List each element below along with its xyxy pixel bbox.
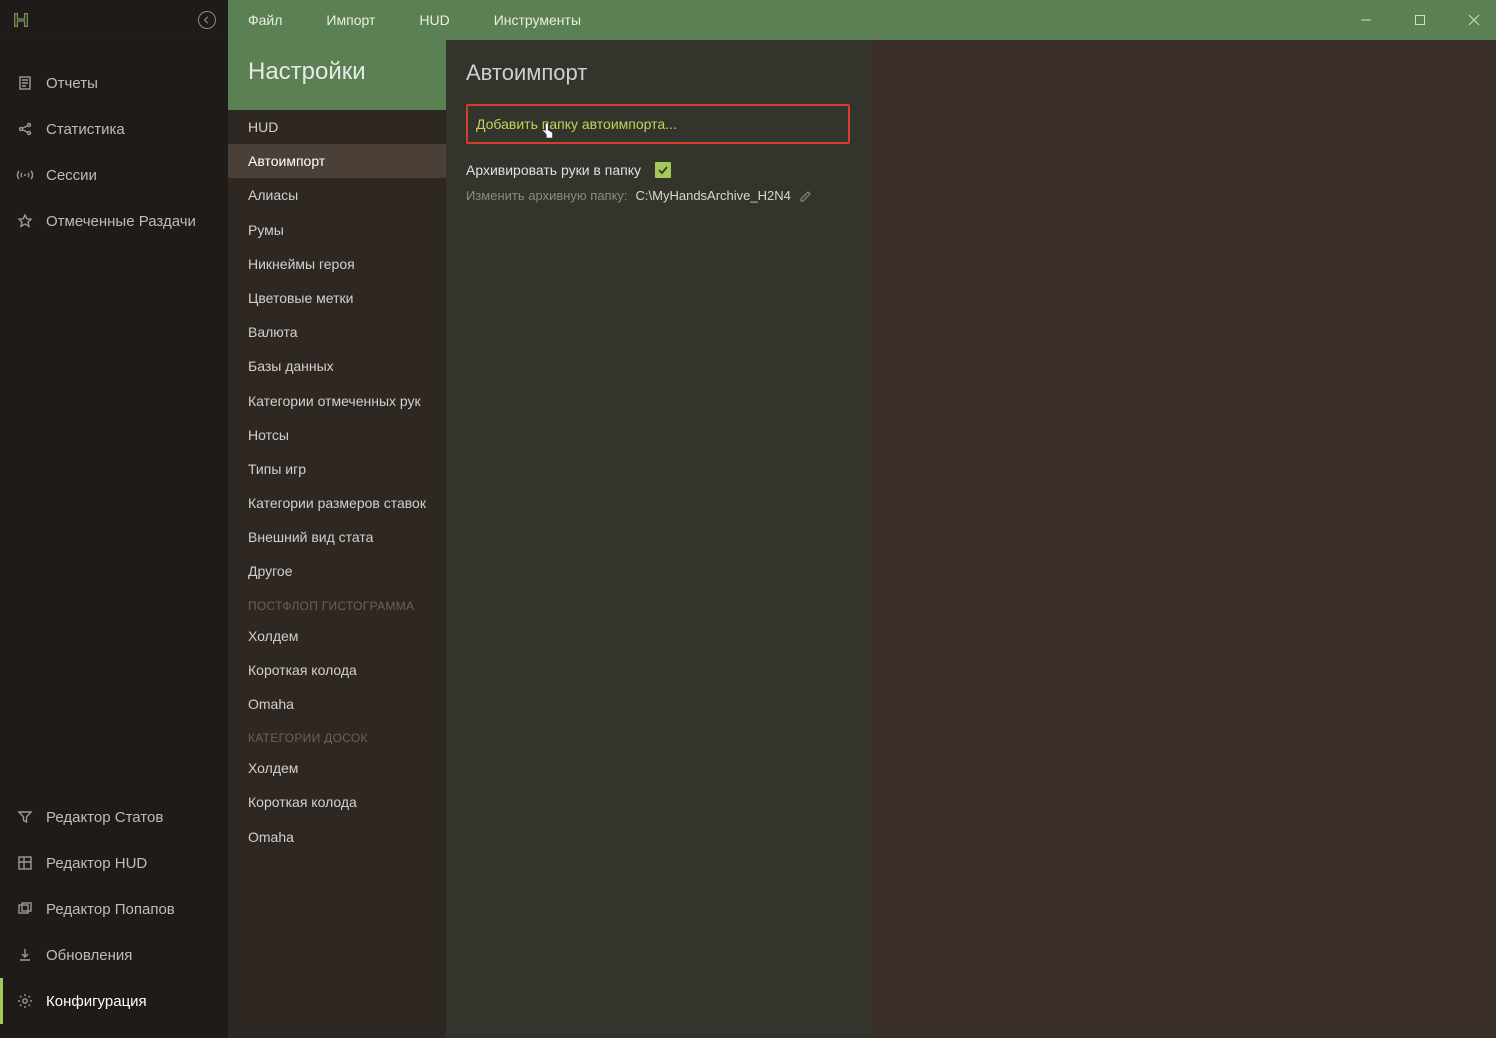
document-icon (16, 74, 34, 92)
menu-tools[interactable]: Инструменты (494, 12, 581, 28)
settings-category: КАТЕГОРИИ ДОСОК (228, 721, 446, 751)
archive-path-row: Изменить архивную папку: C:\MyHandsArchi… (466, 184, 850, 207)
sidebar-item-hud-editor[interactable]: Редактор HUD (0, 840, 228, 886)
settings-item[interactable]: Базы данных (228, 349, 446, 383)
archive-enable-label: Архивировать руки в папку (466, 162, 641, 178)
settings-item[interactable]: Другое (228, 554, 446, 588)
windows-icon (16, 900, 34, 918)
settings-item[interactable]: Холдем (228, 751, 446, 785)
sidebar-nav-bottom: Редактор Статов Редактор HUD Редактор Попа… (0, 794, 228, 1038)
sidebar-item-reports[interactable]: Отчеты (0, 60, 228, 106)
grid-icon (16, 854, 34, 872)
settings-item[interactable]: Типы игр (228, 452, 446, 486)
sidebar-item-label: Отчеты (46, 75, 98, 92)
archive-enable-checkbox[interactable] (655, 162, 671, 178)
settings-column: Настройки HUDАвтоимпортАлиасыРумыНикнейм… (228, 40, 446, 1038)
broadcast-icon (16, 166, 34, 184)
sidebar-item-stat-editor[interactable]: Редактор Статов (0, 794, 228, 840)
settings-item[interactable]: Алиасы (228, 178, 446, 212)
autoimport-panel: Автоимпорт Добавить папку автоимпорта...… (446, 40, 870, 1038)
maximize-button[interactable] (1404, 6, 1436, 34)
download-icon (16, 946, 34, 964)
add-autoimport-folder-link[interactable]: Добавить папку автоимпорта... (476, 116, 677, 132)
settings-item[interactable]: HUD (228, 110, 446, 144)
settings-item[interactable]: Omaha (228, 820, 446, 854)
settings-item[interactable]: Внешний вид стата (228, 520, 446, 554)
sidebar-item-label: Редактор Попапов (46, 901, 175, 918)
panel-title: Автоимпорт (466, 40, 850, 104)
sidebar-item-sessions[interactable]: Сессии (0, 152, 228, 198)
menu-file[interactable]: Файл (248, 12, 282, 28)
star-icon (16, 212, 34, 230)
settings-item[interactable]: Omaha (228, 687, 446, 721)
sidebar-item-marked[interactable]: Отмеченные Раздачи (0, 198, 228, 244)
settings-item[interactable]: Короткая колода (228, 785, 446, 819)
sidebar-item-config[interactable]: Конфигурация (0, 978, 228, 1024)
menubar: Файл Импорт HUD Инструменты (228, 0, 1496, 40)
settings-item[interactable]: Нотсы (228, 418, 446, 452)
settings-title: Настройки (228, 40, 446, 110)
main-area: Файл Импорт HUD Инструменты Настройки HU… (228, 0, 1496, 1038)
settings-item[interactable]: Никнеймы героя (228, 247, 446, 281)
add-folder-highlight: Добавить папку автоимпорта... (466, 104, 850, 144)
gear-icon (16, 992, 34, 1010)
content-row: Настройки HUDАвтоимпортАлиасыРумыНикнейм… (228, 40, 1496, 1038)
sidebar-item-popup-editor[interactable]: Редактор Попапов (0, 886, 228, 932)
sidebar-nav-top: Отчеты Статистика Сессии Отмеченные Раздачи (0, 40, 228, 794)
settings-item[interactable]: Цветовые метки (228, 281, 446, 315)
settings-item[interactable]: Категории отмеченных рук (228, 384, 446, 418)
app-logo-icon (12, 11, 30, 29)
settings-category: ПОСТФЛОП ГИСТОГРАММА (228, 589, 446, 619)
archive-path-value: C:\MyHandsArchive_H2N4 (636, 188, 791, 203)
sidebar-header (0, 0, 228, 40)
sidebar-item-label: Отмеченные Раздачи (46, 213, 196, 230)
settings-item[interactable]: Короткая колода (228, 653, 446, 687)
settings-item[interactable]: Автоимпорт (228, 144, 446, 178)
sidebar-item-updates[interactable]: Обновления (0, 932, 228, 978)
funnel-icon (16, 808, 34, 826)
close-button[interactable] (1458, 6, 1490, 34)
settings-item[interactable]: Румы (228, 213, 446, 247)
menu-hud[interactable]: HUD (419, 12, 449, 28)
sidebar-item-label: Статистика (46, 121, 125, 138)
settings-item[interactable]: Валюта (228, 315, 446, 349)
settings-item[interactable]: Холдем (228, 619, 446, 653)
sidebar-item-label: Редактор HUD (46, 855, 147, 872)
share-icon (16, 120, 34, 138)
sidebar-collapse-icon[interactable] (198, 11, 216, 29)
settings-item[interactable]: Категории размеров ставок (228, 486, 446, 520)
archive-change-label: Изменить архивную папку: (466, 188, 628, 203)
archive-enable-row: Архивировать руки в папку (466, 156, 850, 184)
edit-archive-path-icon[interactable] (799, 189, 813, 203)
sidebar-item-label: Обновления (46, 947, 132, 964)
window-controls (1350, 0, 1490, 40)
sidebar-item-label: Сессии (46, 167, 97, 184)
settings-list: HUDАвтоимпортАлиасыРумыНикнеймы герояЦве… (228, 110, 446, 1038)
menu-import[interactable]: Импорт (326, 12, 375, 28)
sidebar-item-stats[interactable]: Статистика (0, 106, 228, 152)
sidebar-item-label: Конфигурация (46, 993, 147, 1010)
left-sidebar: Отчеты Статистика Сессии Отмеченные Раздачи… (0, 0, 228, 1038)
sidebar-item-label: Редактор Статов (46, 809, 163, 826)
minimize-button[interactable] (1350, 6, 1382, 34)
